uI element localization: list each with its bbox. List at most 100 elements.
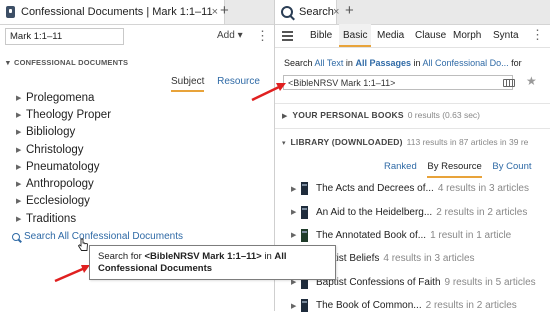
section-header[interactable]: ▾ CONFESSIONAL DOCUMENTS (6, 58, 128, 67)
expand-arrow-icon: ▶ (282, 113, 288, 120)
tree-item[interactable]: ▶ Anthropology (16, 175, 111, 192)
reference-input[interactable]: Mark 1:1–11 (5, 28, 124, 45)
result-count: 1 result in 1 article (430, 229, 512, 241)
result-row[interactable]: ▶ An Aid to the Heidelberg... 2 results in… (291, 200, 536, 223)
panel-menu-icon[interactable]: ⋮ (531, 27, 544, 43)
tooltip-text: Search for (98, 251, 145, 262)
result-title[interactable]: An Aid to the Heidelberg... (316, 207, 432, 218)
sort-by-count[interactable]: By Count (492, 161, 531, 176)
tab-confessional-documents[interactable]: Confessional Documents | Mark 1:1–11 × (0, 0, 225, 24)
search-word: in (345, 58, 353, 68)
tree-item[interactable]: ▶ Pneumatology (16, 158, 111, 175)
tree-item[interactable]: ▶ Prolegomena (16, 89, 111, 106)
expand-arrow-icon[interactable]: ▶ (16, 128, 26, 136)
search-word: Search (284, 58, 313, 68)
collapse-caret-icon: ▾ (6, 58, 10, 67)
add-menu-button[interactable]: Add ▾ (217, 30, 243, 41)
group-title: LIBRARY (DOWNLOADED) (290, 137, 403, 147)
mode-media[interactable]: Media (377, 30, 404, 41)
result-row[interactable]: ▶ The Book of Common... 2 results in 2 art… (291, 294, 536, 317)
result-title[interactable]: The Acts and Decrees of... (316, 183, 434, 194)
sort-ranked[interactable]: Ranked (384, 161, 417, 176)
search-mode-bar: Bible Basic Media Clause Morph Synta ⋮ (275, 24, 550, 48)
tree-item-label: Pneumatology (26, 160, 100, 173)
tree-item[interactable]: ▶ Traditions (16, 210, 111, 227)
mode-syntax[interactable]: Synta (493, 30, 519, 41)
topic-tree: ▶ Prolegomena ▶ Theology Proper ▶ Bibliolog… (16, 89, 111, 227)
right-tab-bar: Search × + (275, 0, 550, 25)
tree-item-label: Ecclesiology (26, 195, 90, 208)
result-count: 2 results in 2 articles (425, 300, 517, 312)
add-tab-icon[interactable]: + (220, 2, 229, 19)
tree-item-label: Prolegomena (26, 91, 95, 104)
mode-morph[interactable]: Morph (453, 30, 481, 41)
close-icon[interactable]: × (212, 6, 218, 18)
group-meta: 113 results in 87 articles in 39 re (406, 137, 529, 147)
passage-scope-link[interactable]: All Passages (355, 58, 411, 68)
expand-arrow-icon[interactable]: ▶ (16, 163, 26, 171)
close-icon[interactable]: × (333, 6, 339, 18)
expand-arrow-icon[interactable]: ▶ (16, 197, 26, 205)
expand-arrow-icon[interactable]: ▶ (291, 185, 301, 193)
expand-arrow-icon[interactable]: ▶ (16, 146, 26, 154)
tree-item-label: Bibliology (26, 126, 76, 139)
result-count: 4 results in 3 articles (383, 253, 475, 265)
tab-search[interactable]: Search (275, 0, 337, 24)
result-title[interactable]: The Annotated Book of... (316, 230, 426, 241)
section-title: CONFESSIONAL DOCUMENTS (13, 58, 129, 67)
tooltip-text: in (261, 251, 275, 262)
result-title[interactable]: The Book of Common... (316, 300, 422, 311)
left-tab-bar: Confessional Documents | Mark 1:1–11 × + (0, 0, 274, 25)
panel-menu-icon[interactable]: ⋮ (256, 28, 269, 44)
result-row[interactable]: ▶ The Annotated Book of... 1 result in 1 a… (291, 224, 536, 247)
tab-subject[interactable]: Subject (171, 76, 205, 92)
group-meta: 0 results (0.63 sec) (407, 110, 480, 120)
book-cover-icon (301, 182, 308, 196)
tab-title: Confessional Documents | Mark 1:1–11 (21, 6, 213, 18)
search-all-link[interactable]: Search All Confessional Documents (12, 231, 183, 242)
expand-arrow-icon[interactable]: ▶ (16, 94, 26, 102)
add-tab-icon[interactable]: + (345, 2, 354, 19)
result-row[interactable]: ▶ The Acts and Decrees of... 4 results in … (291, 177, 536, 200)
search-word: in (413, 58, 421, 68)
tree-item-label: Christology (26, 143, 84, 156)
expand-arrow-icon[interactable]: ▶ (291, 208, 301, 216)
search-word: for (511, 58, 522, 68)
tree-item[interactable]: ▶ Ecclesiology (16, 193, 111, 210)
hand-cursor-icon (77, 238, 89, 252)
search-icon (281, 6, 293, 18)
sort-options: Ranked By Resource By Count (384, 161, 540, 178)
expand-arrow-icon[interactable]: ▶ (291, 231, 301, 239)
search-query-input[interactable]: <BibleNRSV Mark 1:1–11> (283, 75, 513, 90)
collapse-caret-icon: ▾ (282, 140, 286, 147)
expand-arrow-icon[interactable]: ▶ (16, 215, 26, 223)
personal-books-group[interactable]: ▶ YOUR PERSONAL BOOKS 0 results (0.63 sec) (282, 110, 480, 120)
book-cover-icon (301, 299, 308, 313)
text-scope-link[interactable]: All Text (315, 58, 344, 68)
menu-icon[interactable] (282, 31, 293, 43)
expand-arrow-icon[interactable]: ▶ (291, 302, 301, 310)
tooltip-query: <BibleNRSV Mark 1:1–11> (144, 251, 262, 262)
search-all-label: Search All Confessional Documents (24, 231, 183, 242)
mode-clause[interactable]: Clause (415, 30, 446, 41)
result-count: 4 results in 3 articles (437, 183, 529, 195)
library-group[interactable]: ▾ LIBRARY (DOWNLOADED) 113 results in 87 a… (282, 137, 528, 147)
result-count: 2 results in 2 articles (436, 206, 528, 218)
resource-scope-link[interactable]: All Confessional Do... (423, 58, 509, 68)
star-icon[interactable]: ★ (526, 74, 537, 88)
search-scope-line: Search All Text in All Passages in All C… (284, 58, 522, 68)
divider (275, 103, 550, 104)
mode-basic[interactable]: Basic (339, 24, 372, 47)
tab-title: Search (299, 6, 334, 18)
mode-bible[interactable]: Bible (310, 30, 332, 41)
book-cover-icon (301, 205, 308, 219)
tree-item-label: Traditions (26, 212, 77, 225)
tree-item[interactable]: ▶ Bibliology (16, 124, 111, 141)
tree-item[interactable]: ▶ Christology (16, 141, 111, 158)
tree-item[interactable]: ▶ Theology Proper (16, 106, 111, 123)
book-cover-icon (301, 228, 308, 242)
expand-arrow-icon[interactable]: ▶ (16, 180, 26, 188)
keyboard-icon[interactable] (503, 79, 515, 87)
expand-arrow-icon[interactable]: ▶ (16, 111, 26, 119)
sort-by-resource[interactable]: By Resource (427, 161, 482, 178)
